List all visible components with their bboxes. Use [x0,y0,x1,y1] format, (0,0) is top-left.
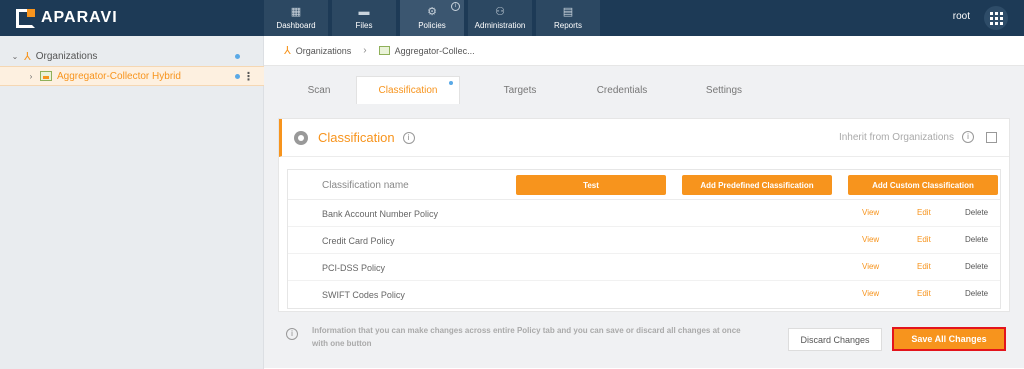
tab-classification-label: Classification [378,85,438,96]
view-link[interactable]: View [862,262,879,271]
more-options-icon[interactable]: ⋮ [243,70,254,83]
classification-panel: Classification i Inherit from Organizati… [278,118,1010,312]
folder-icon: ▬ [358,6,370,18]
nav-dashboard[interactable]: ▦ Dashboard [264,0,328,36]
nav-policies[interactable]: ⚙ Policies i [400,0,464,36]
table-row: Credit Card Policy View Edit Delete [288,227,1000,254]
footer-info: i Information that you can make changes … [286,324,756,350]
footer-info-text: Information that you can make changes ac… [312,326,741,348]
tree-item-organizations[interactable]: ⌄ ⅄ Organizations [0,46,264,66]
status-dot [235,73,240,79]
column-header-name: Classification name [322,180,409,191]
organization-icon: ⅄ [284,45,291,57]
table-row: PCI-DSS Policy View Edit Delete [288,254,1000,281]
discard-changes-button[interactable]: Discard Changes [788,328,882,351]
row-name: Bank Account Number Policy [322,209,439,219]
row-name: SWIFT Codes Policy [322,290,405,300]
delete-link[interactable]: Delete [965,262,988,271]
breadcrumb-organizations[interactable]: Organizations [296,46,352,56]
aggregator-icon [40,71,52,81]
policy-tabs: Scan Classification Targets Credentials … [294,76,784,104]
tab-classification[interactable]: Classification [356,76,460,104]
nav-reports[interactable]: ▤ Reports [536,0,600,36]
test-button[interactable]: Test [516,175,666,195]
logo-mark-icon [16,8,35,28]
nav-policies-label: Policies [418,21,446,30]
edit-link[interactable]: Edit [917,208,931,217]
panel-title: Classification [318,130,395,145]
tab-scan[interactable]: Scan [294,76,344,104]
tree-item-aggregator-collector[interactable]: › Aggregator-Collector Hybrid ⋮ [0,66,264,86]
save-all-changes-button[interactable]: Save All Changes [892,327,1006,351]
info-icon[interactable]: i [962,131,974,143]
tab-credentials[interactable]: Credentials [580,76,664,104]
table-row: SWIFT Codes Policy View Edit Delete [288,281,1000,308]
status-dot [235,53,240,59]
nav-administration-label: Administration [474,21,526,30]
nav-reports-label: Reports [553,21,582,30]
aggregator-icon [378,46,390,55]
classification-table: Classification name Test Add Predefined … [287,169,1001,309]
chevron-right-icon: › [363,45,367,56]
breadcrumb: ⅄ Organizations › Aggregator-Collec... [264,36,1024,66]
policies-info-icon[interactable]: i [451,2,460,11]
organization-icon: ⅄ [24,50,31,63]
nav-files[interactable]: ▬ Files [332,0,396,36]
table-row: Bank Account Number Policy View Edit Del… [288,200,1000,227]
gear-icon: ⚙ [427,6,437,18]
chevron-right-icon[interactable]: › [26,72,36,81]
nav-dashboard-label: Dashboard [276,21,316,30]
breadcrumb-aggregator[interactable]: Aggregator-Collec... [395,46,475,56]
add-custom-classification-button[interactable]: Add Custom Classification [848,175,998,195]
delete-link[interactable]: Delete [965,208,988,217]
edit-link[interactable]: Edit [917,262,931,271]
info-icon: i [286,328,298,340]
table-header: Classification name Test Add Predefined … [288,170,1000,200]
edit-link[interactable]: Edit [917,235,931,244]
apps-grid-icon[interactable] [984,6,1008,30]
row-name: PCI-DSS Policy [322,263,386,273]
view-link[interactable]: View [862,235,879,244]
status-dot [449,81,453,85]
users-icon: ⚇ [495,6,505,18]
aparavi-logo[interactable]: APARAVI [16,7,118,29]
chevron-down-icon[interactable]: ⌄ [10,52,20,61]
delete-link[interactable]: Delete [965,235,988,244]
inherit-option: Inherit from Organizations i [839,131,997,143]
view-link[interactable]: View [862,289,879,298]
classification-icon [294,130,308,145]
row-name: Credit Card Policy [322,236,395,246]
info-icon[interactable]: i [402,131,415,144]
content-area: Scan Classification Targets Credentials … [264,66,1024,368]
view-link[interactable]: View [862,208,879,217]
clipboard-icon: ▤ [562,6,574,18]
nav-files-label: Files [355,21,373,30]
user-name[interactable]: root [953,11,970,22]
sidebar: ⌄ ⅄ Organizations › Aggregator-Collector… [0,36,264,369]
add-predefined-classification-button[interactable]: Add Predefined Classification [682,175,832,195]
inherit-checkbox[interactable] [986,131,997,143]
delete-link[interactable]: Delete [965,289,988,298]
tab-targets[interactable]: Targets [478,76,562,104]
tree-item-organizations-label: Organizations [35,50,98,62]
top-bar: APARAVI ▦ Dashboard ▬ Files ⚙ Policies i… [0,0,1024,36]
tab-settings[interactable]: Settings [682,76,766,104]
brand-name: APARAVI [41,9,118,26]
main-nav: ▦ Dashboard ▬ Files ⚙ Policies i ⚇ Admin… [264,0,604,36]
panel-header: Classification i Inherit from Organizati… [279,119,1009,157]
dashboard-icon: ▦ [290,6,302,18]
nav-administration[interactable]: ⚇ Administration [468,0,532,36]
edit-link[interactable]: Edit [917,289,931,298]
inherit-label: Inherit from Organizations [838,131,954,143]
tree-item-aggregator-label: Aggregator-Collector Hybrid [57,70,181,82]
